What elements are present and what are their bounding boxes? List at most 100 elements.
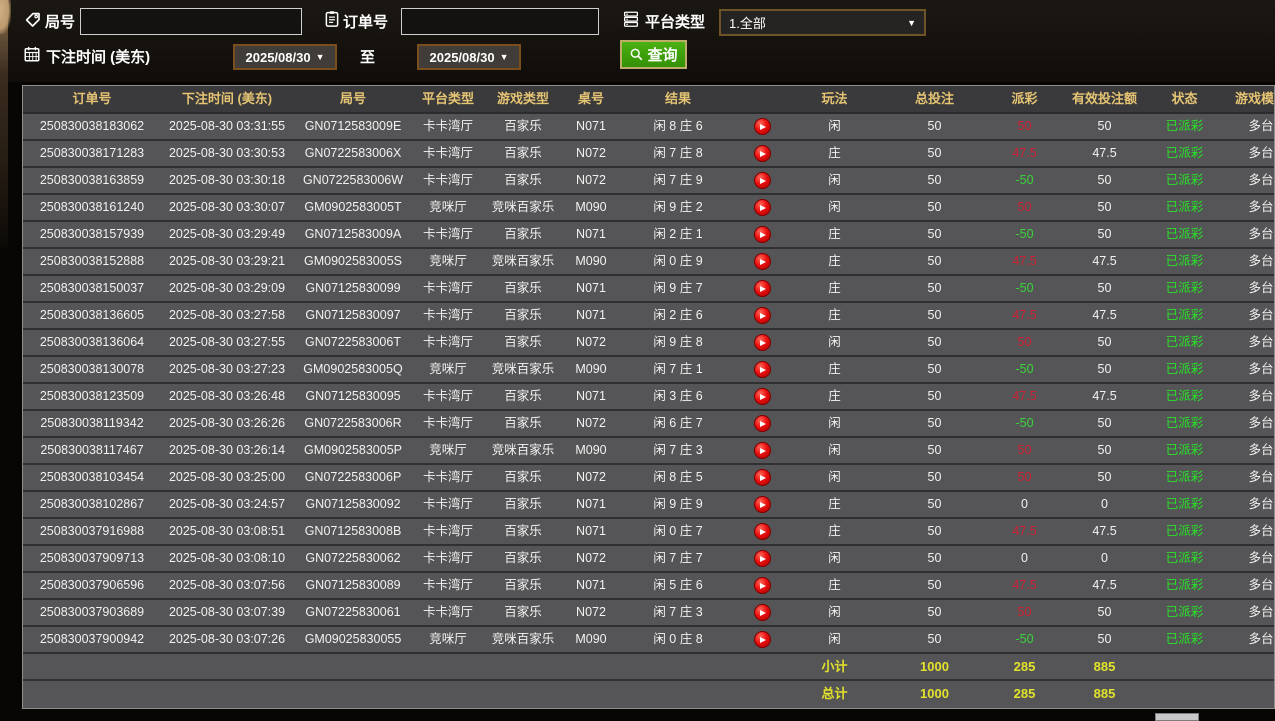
play-icon-cell <box>737 249 787 274</box>
order-no-input[interactable] <box>401 8 599 35</box>
play-video-icon[interactable] <box>753 388 771 405</box>
subtotal-row-spacer <box>737 654 787 679</box>
play-type: 庄 <box>828 362 841 376</box>
valid-bet: 50 <box>1097 200 1112 214</box>
play-video-icon[interactable] <box>753 307 771 324</box>
round-no-input[interactable] <box>80 8 302 35</box>
game-mode: 多台 <box>1248 254 1274 268</box>
play-type: 庄 <box>828 254 841 268</box>
valid-bet: 50 <box>1097 335 1112 349</box>
grand-total-row-spacer <box>293 681 413 708</box>
play-video-icon[interactable] <box>753 145 771 162</box>
play-video-icon[interactable] <box>753 550 771 567</box>
play-video-icon[interactable] <box>753 523 771 540</box>
valid-bet: 47.5 <box>1092 389 1117 403</box>
play-type: 闲 <box>828 470 841 484</box>
grand-total-row-spacer <box>737 681 787 708</box>
play-icon-cell <box>737 357 787 382</box>
play-video-icon[interactable] <box>753 577 771 594</box>
play-type: 闲 <box>828 605 841 619</box>
play-video-icon[interactable] <box>753 334 771 351</box>
game-type: 百家乐 <box>504 551 542 565</box>
order-no: 250830038130078 <box>39 362 145 376</box>
header-play-video-icon <box>737 86 787 112</box>
game-mode: 多台 <box>1248 227 1274 241</box>
bet-records-table: 订单号 下注时间 (美东) 局号 平台类型 游戏类型 桌号 结果 玩法 总投注 派彩 有效投注额 状态… <box>22 85 1275 709</box>
play-video-icon[interactable] <box>753 280 771 297</box>
play-video-icon[interactable] <box>753 226 771 243</box>
platform-type: 卡卡湾厅 <box>422 173 473 187</box>
header-game-mode: 游戏模式 <box>1234 91 1274 106</box>
table-row: 250830037900942 2025-08-30 03:07:26 GM0902… <box>23 627 1274 654</box>
valid-bet: 50 <box>1097 416 1112 430</box>
play-icon-cell <box>737 168 787 193</box>
table-row: 250830038103454 2025-08-30 03:25:00 GN0722… <box>23 465 1274 492</box>
round-no: GN0722583006W <box>302 173 404 187</box>
play-type: 闲 <box>828 416 841 430</box>
platform-type: 卡卡湾厅 <box>422 578 473 592</box>
play-video-icon[interactable] <box>753 361 771 378</box>
table-row: 250830038150037 2025-08-30 03:29:09 GN0712… <box>23 276 1274 303</box>
total-bet: 50 <box>927 227 942 241</box>
play-icon-cell <box>737 465 787 490</box>
play-video-icon[interactable] <box>753 496 771 513</box>
platform-type: 卡卡湾厅 <box>422 389 473 403</box>
game-mode: 多台 <box>1248 470 1274 484</box>
result: 闲 9 庄 7 <box>653 281 703 295</box>
round-no: GN07125830095 <box>305 389 401 403</box>
subtotal-row-total-bet: 1000 <box>920 659 949 674</box>
valid-bet: 50 <box>1097 119 1112 133</box>
header-status: 状态 <box>1171 91 1198 106</box>
play-video-icon[interactable] <box>753 415 771 432</box>
table-row: 250830038157939 2025-08-30 03:29:49 GN0712… <box>23 222 1274 249</box>
play-video-icon[interactable] <box>753 442 771 459</box>
total-bet: 50 <box>927 254 942 268</box>
date-from-button[interactable]: 2025/08/30 ▼ <box>233 44 337 70</box>
play-video-icon[interactable] <box>753 631 771 648</box>
game-mode: 多台 <box>1248 605 1274 619</box>
play-type: 庄 <box>828 578 841 592</box>
round-no: GM0902583005P <box>304 443 402 457</box>
result: 闲 9 庄 8 <box>653 335 703 349</box>
total-bet: 50 <box>927 308 942 322</box>
header-valid-bet: 有效投注额 <box>1071 91 1137 106</box>
grand-total-row-payout: 285 <box>1013 686 1036 701</box>
valid-bet: 0 <box>1101 497 1108 511</box>
play-type: 庄 <box>828 281 841 295</box>
play-video-icon[interactable] <box>753 253 771 270</box>
platform-type: 卡卡湾厅 <box>422 335 473 349</box>
grand-total-row-valid-bet: 885 <box>1093 686 1116 701</box>
total-bet: 50 <box>927 200 942 214</box>
play-type: 闲 <box>828 551 841 565</box>
play-icon-cell <box>737 600 787 625</box>
grand-total-row-spacer <box>1147 681 1222 708</box>
bet-time: 2025-08-30 03:24:57 <box>168 497 286 511</box>
bet-time: 2025-08-30 03:07:56 <box>168 578 286 592</box>
bottom-partial-control[interactable] <box>1155 713 1199 721</box>
play-video-icon[interactable] <box>753 469 771 486</box>
result: 闲 9 庄 9 <box>653 497 703 511</box>
total-bet: 50 <box>927 632 942 646</box>
order-no: 250830038157939 <box>39 227 145 241</box>
server-stack-icon <box>622 10 640 28</box>
play-video-icon[interactable] <box>753 172 771 189</box>
game-type: 百家乐 <box>504 173 542 187</box>
result: 闲 8 庄 6 <box>653 119 703 133</box>
search-button[interactable]: 查询 <box>620 40 687 69</box>
play-type: 闲 <box>828 632 841 646</box>
bet-time: 2025-08-30 03:26:48 <box>168 389 286 403</box>
play-icon-cell <box>737 438 787 463</box>
table-row: 250830038161240 2025-08-30 03:30:07 GM0902… <box>23 195 1274 222</box>
play-video-icon[interactable] <box>753 604 771 621</box>
round-no: GN07125830097 <box>305 308 401 322</box>
play-video-icon[interactable] <box>753 199 771 216</box>
platform-type-select[interactable]: 1.全部 ▼ <box>719 9 926 36</box>
status: 已派彩 <box>1165 146 1204 160</box>
valid-bet: 50 <box>1097 632 1112 646</box>
date-to-button[interactable]: 2025/08/30 ▼ <box>417 44 521 70</box>
filter-bar: 局号 订单号 平台类型 1.全部 ▼ 下注时间 (美东) 2025/08/30 … <box>0 0 1275 82</box>
round-no: GN0722583006X <box>304 146 402 160</box>
game-mode: 多台 <box>1248 497 1274 511</box>
game-mode: 多台 <box>1248 416 1274 430</box>
play-video-icon[interactable] <box>753 118 771 135</box>
